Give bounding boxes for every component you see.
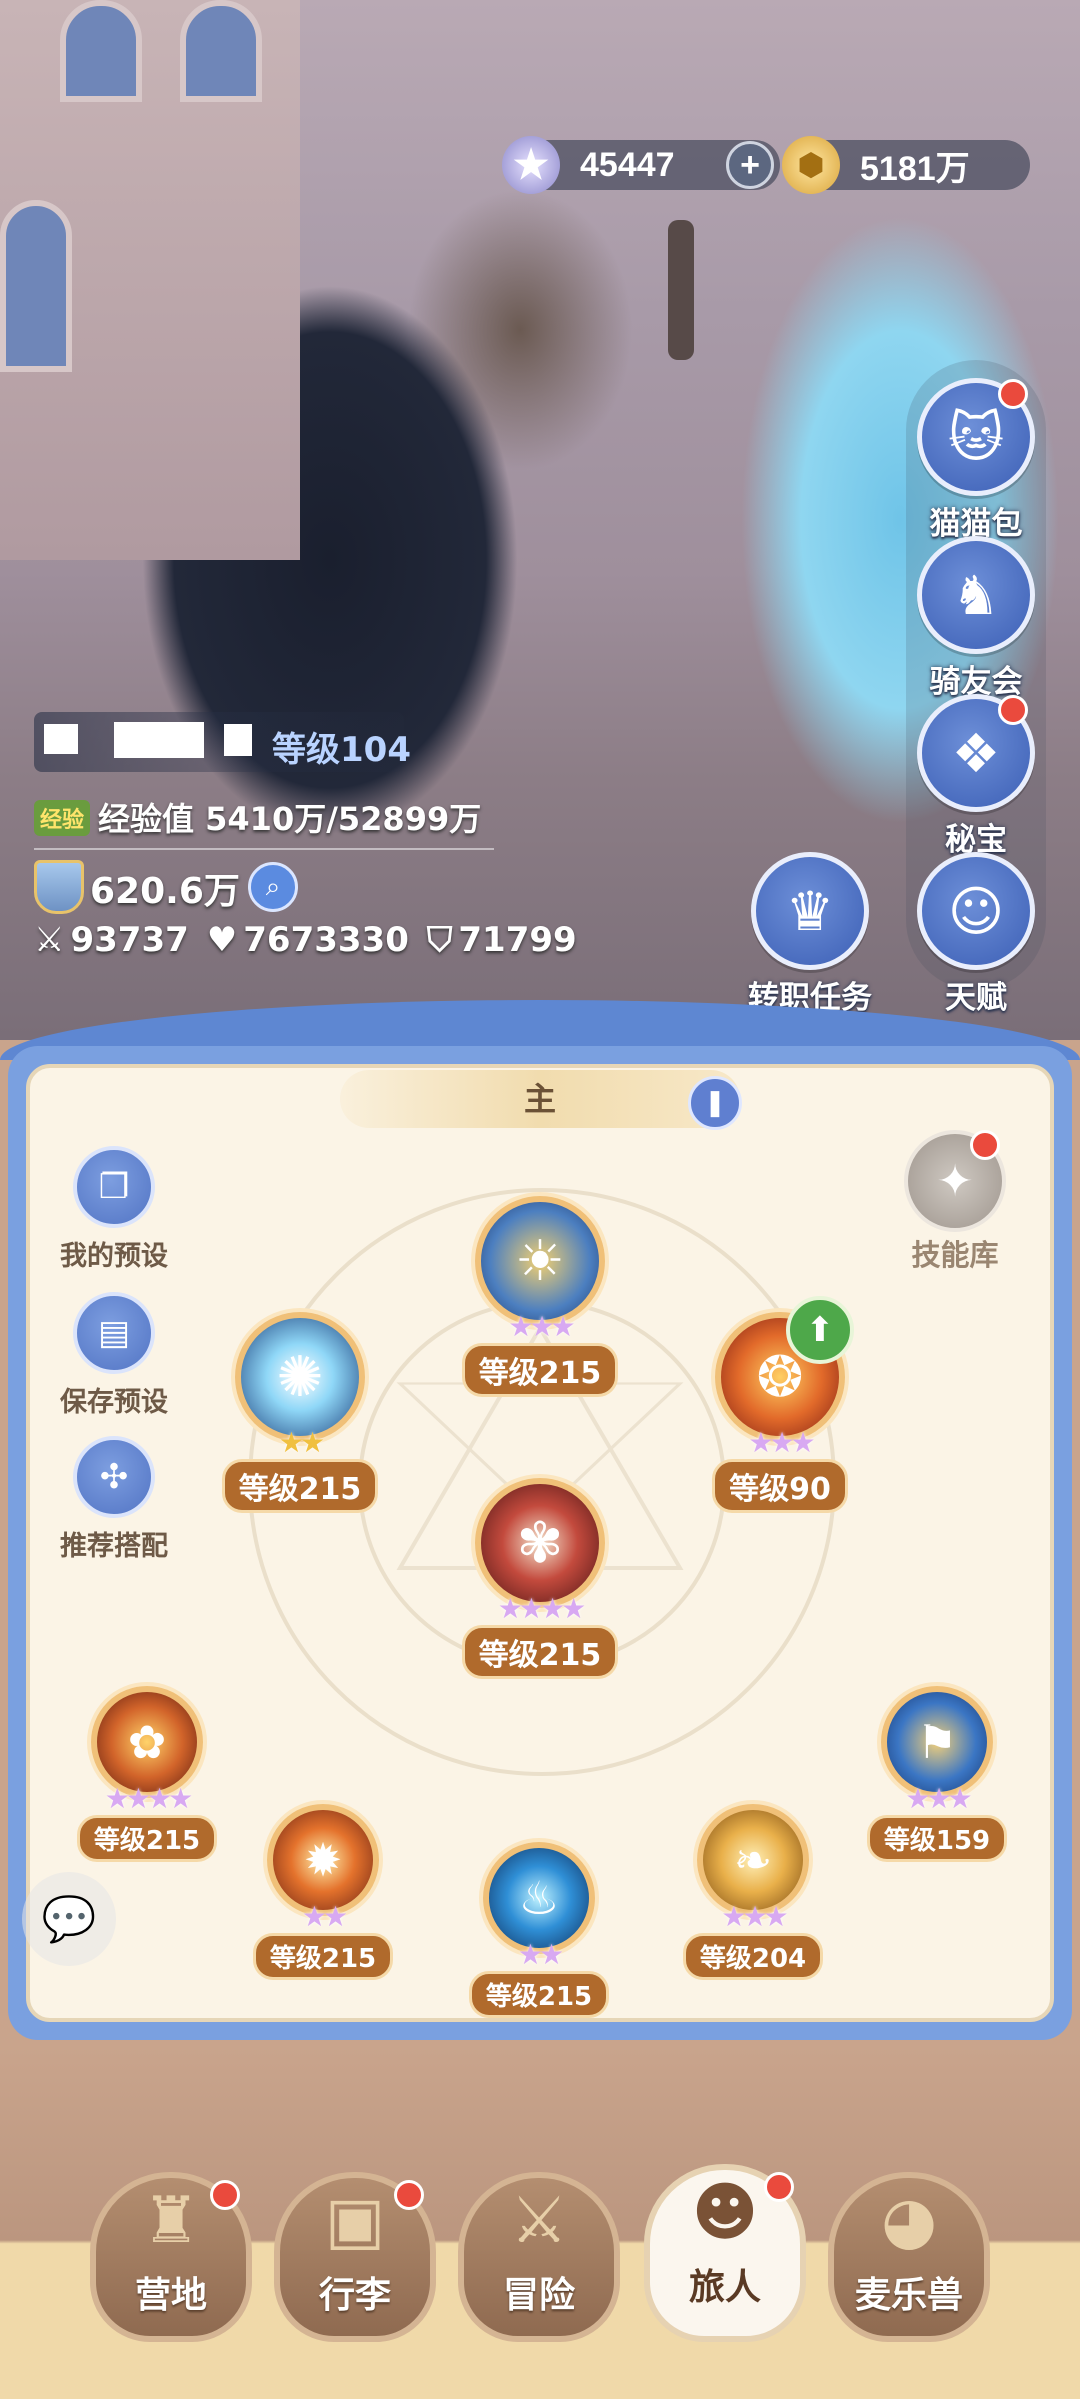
exp-tag: 经验 bbox=[34, 800, 91, 836]
skill-stars: ★★★★ bbox=[497, 1592, 586, 1625]
skill-stars: ★★★ bbox=[721, 1900, 788, 1933]
book-icon[interactable]: ❚ bbox=[688, 1076, 742, 1130]
building-window bbox=[60, 0, 142, 102]
building-window bbox=[0, 200, 72, 372]
skill-slot[interactable]: ✹ ★★ 等级215 bbox=[250, 1804, 396, 1980]
experience-value: 经验值 5410万/52899万 bbox=[98, 800, 482, 838]
attack-value: 93737 bbox=[70, 920, 189, 960]
horse-icon: ♞ bbox=[951, 563, 1001, 627]
skill-icon: ✺ bbox=[235, 1312, 365, 1442]
nav-luggage[interactable]: ▣ 行李 bbox=[274, 2172, 436, 2342]
job-task-button[interactable]: ♛ 转职任务 bbox=[740, 852, 880, 1017]
redacted-name bbox=[44, 724, 78, 754]
nav-adventure[interactable]: ⚔ 冒险 bbox=[458, 2172, 620, 2342]
coin-amount: 5181万 bbox=[860, 149, 970, 188]
background-building bbox=[0, 0, 300, 560]
notification-dot bbox=[998, 379, 1028, 409]
notification-dot bbox=[764, 2172, 794, 2202]
treasure-icon: ❖ bbox=[951, 721, 1001, 785]
tab-main[interactable]: 主 bbox=[340, 1070, 740, 1128]
nav-camp[interactable]: ♜ 营地 bbox=[90, 2172, 252, 2342]
skill-stars: ★★★★ bbox=[104, 1782, 193, 1815]
notification-dot bbox=[210, 2180, 240, 2210]
skill-library-button[interactable]: ✦ 技能库 bbox=[890, 1130, 1020, 1274]
recommend-icon: ✣ bbox=[99, 1457, 129, 1497]
player-stats: ⚔ 93737 ♥ 7673330 ⛉ 71799 bbox=[34, 920, 577, 960]
pet-face-icon: ◕ bbox=[881, 2184, 937, 2258]
cat-icon: 🐱 bbox=[947, 405, 1005, 469]
skill-icon: ☀ bbox=[475, 1196, 605, 1326]
defense-value: 71799 bbox=[458, 920, 577, 960]
power-detail-search-icon[interactable]: ⌕ bbox=[248, 862, 298, 912]
heart-icon: ♥ bbox=[206, 920, 238, 960]
talent-button[interactable]: ☺ 天赋 bbox=[906, 852, 1046, 1017]
my-preset-button[interactable]: ❐ 我的预设 bbox=[44, 1146, 184, 1273]
street-lamp bbox=[668, 220, 694, 360]
skill-icon: ✾ bbox=[475, 1478, 605, 1608]
skill-level: 等级90 bbox=[712, 1459, 848, 1513]
skill-level: 等级215 bbox=[461, 1625, 619, 1679]
skill-stars: ★★★ bbox=[748, 1426, 815, 1459]
coin-currency: ⬢ 5181万 bbox=[782, 136, 1030, 194]
cards-icon: ❐ bbox=[98, 1167, 130, 1207]
skill-level: 等级215 bbox=[468, 1971, 610, 2018]
star-amount: 45447 bbox=[580, 145, 675, 184]
skill-level: 等级215 bbox=[221, 1459, 379, 1513]
skill-stars: ★★ bbox=[517, 1938, 564, 1971]
skill-slot[interactable]: ✾ ★★★★ 等级215 bbox=[454, 1478, 626, 1679]
skill-slot[interactable]: ☀ ★★★ 等级215 bbox=[460, 1196, 620, 1397]
notification-dot bbox=[998, 695, 1028, 725]
skill-level: 等级215 bbox=[461, 1343, 619, 1397]
building-window bbox=[180, 0, 262, 102]
player-level: 等级104 bbox=[272, 730, 411, 770]
coin-icon: ⬢ bbox=[782, 136, 840, 194]
nav-pet[interactable]: ◕ 麦乐兽 bbox=[828, 2172, 990, 2342]
upgrade-arrow-icon[interactable]: ⬆ bbox=[786, 1296, 854, 1364]
crown-icon: ♛ bbox=[785, 879, 835, 943]
star-currency: ★ 45447 + bbox=[502, 136, 780, 194]
hp-value: 7673330 bbox=[243, 920, 409, 960]
save-icon: ▤ bbox=[97, 1313, 131, 1353]
save-preset-button[interactable]: ▤ 保存预设 bbox=[44, 1292, 184, 1419]
redacted-name bbox=[224, 724, 252, 756]
skill-library-icon: ✦ bbox=[936, 1155, 974, 1207]
nav-traveler[interactable]: ☻ 旅人 bbox=[644, 2164, 806, 2342]
skill-stars: ★★ bbox=[301, 1900, 348, 1933]
rider-club-button[interactable]: ♞ 骑友会 bbox=[906, 536, 1046, 701]
skill-level: 等级215 bbox=[76, 1815, 218, 1862]
star-icon: ★ bbox=[502, 136, 560, 194]
crossed-swords-icon: ⚔ bbox=[510, 2184, 568, 2258]
skill-slot[interactable]: ✿ ★★★★ 等级215 bbox=[74, 1686, 220, 1862]
skill-level: 等级159 bbox=[866, 1815, 1008, 1862]
notification-dot bbox=[970, 1130, 1000, 1160]
brain-icon: ☺ bbox=[947, 879, 1005, 943]
combat-power: 620.6万 bbox=[90, 871, 240, 912]
treasure-button[interactable]: ❖ 秘宝 bbox=[906, 694, 1046, 859]
skill-level: 等级215 bbox=[252, 1933, 394, 1980]
skill-slot[interactable]: ❧ ★★★ 等级204 bbox=[680, 1804, 826, 1980]
skill-stars: ★★ bbox=[278, 1426, 325, 1459]
skill-slot[interactable]: ✺ ★★ 等级215 bbox=[220, 1312, 380, 1513]
chat-bubble-icon[interactable]: 💬 bbox=[22, 1872, 116, 1966]
cat-bag-button[interactable]: 🐱 猫猫包 bbox=[906, 378, 1046, 543]
skill-stars: ★★★ bbox=[508, 1310, 575, 1343]
shield-icon: ⛉ bbox=[426, 920, 453, 960]
notification-dot bbox=[394, 2180, 424, 2210]
swords-icon: ⚔ bbox=[34, 920, 65, 960]
shield-power-icon bbox=[34, 860, 84, 914]
add-currency-button[interactable]: + bbox=[726, 141, 774, 189]
skill-slot[interactable]: ⚑ ★★★ 等级159 bbox=[864, 1686, 1010, 1862]
skill-stars: ★★★ bbox=[905, 1782, 972, 1815]
skill-level: 等级204 bbox=[682, 1933, 824, 1980]
skill-slot[interactable]: ♨ ★★ 等级215 bbox=[466, 1842, 612, 2018]
recommended-build-button[interactable]: ✣ 推荐搭配 bbox=[44, 1436, 184, 1563]
divider bbox=[34, 848, 494, 850]
redacted-name bbox=[114, 722, 204, 758]
